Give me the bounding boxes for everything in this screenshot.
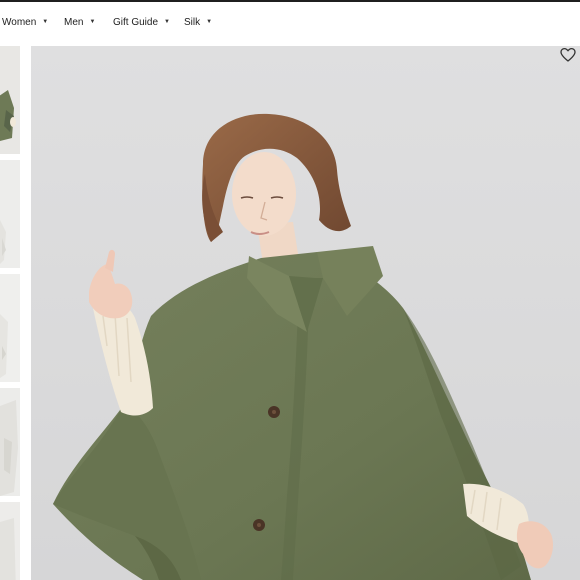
thumbnail[interactable]: [0, 502, 20, 580]
nav-item-label: Women: [2, 16, 37, 28]
thumbnail[interactable]: [0, 388, 20, 496]
nav-item-gift-guide[interactable]: Gift Guide ▼: [113, 13, 170, 31]
nav-item-label: Men: [64, 16, 84, 28]
thumbnail-image: [0, 388, 20, 496]
thumbnail[interactable]: [0, 46, 20, 154]
thumbnail-image: [0, 274, 20, 382]
thumbnail[interactable]: [0, 160, 20, 268]
thumbnail-image: [0, 502, 20, 580]
nav-item-women[interactable]: Women ▼: [2, 13, 48, 31]
product-photo: [31, 46, 580, 580]
caret-down-icon: ▼: [164, 19, 170, 25]
thumbnail[interactable]: [0, 274, 20, 382]
main-nav: Women ▼ Men ▼ Gift Guide ▼ Silk ▼: [0, 2, 580, 42]
nav-item-men[interactable]: Men ▼: [64, 13, 95, 31]
heart-icon[interactable]: [560, 47, 576, 63]
caret-down-icon: ▼: [42, 19, 49, 25]
thumbnail-image: [0, 46, 20, 154]
caret-down-icon: ▼: [89, 19, 96, 25]
caret-down-icon: ▼: [206, 19, 213, 25]
main-product-image[interactable]: [31, 46, 580, 580]
product-page: Women ▼ Men ▼ Gift Guide ▼ Silk ▼: [0, 0, 580, 580]
nav-item-label: Silk: [184, 16, 201, 28]
nav-item-silk[interactable]: Silk ▼: [184, 13, 212, 31]
thumbnail-image: [0, 160, 20, 268]
thumbnail-strip: [0, 46, 22, 580]
nav-item-label: Gift Guide: [113, 16, 159, 28]
